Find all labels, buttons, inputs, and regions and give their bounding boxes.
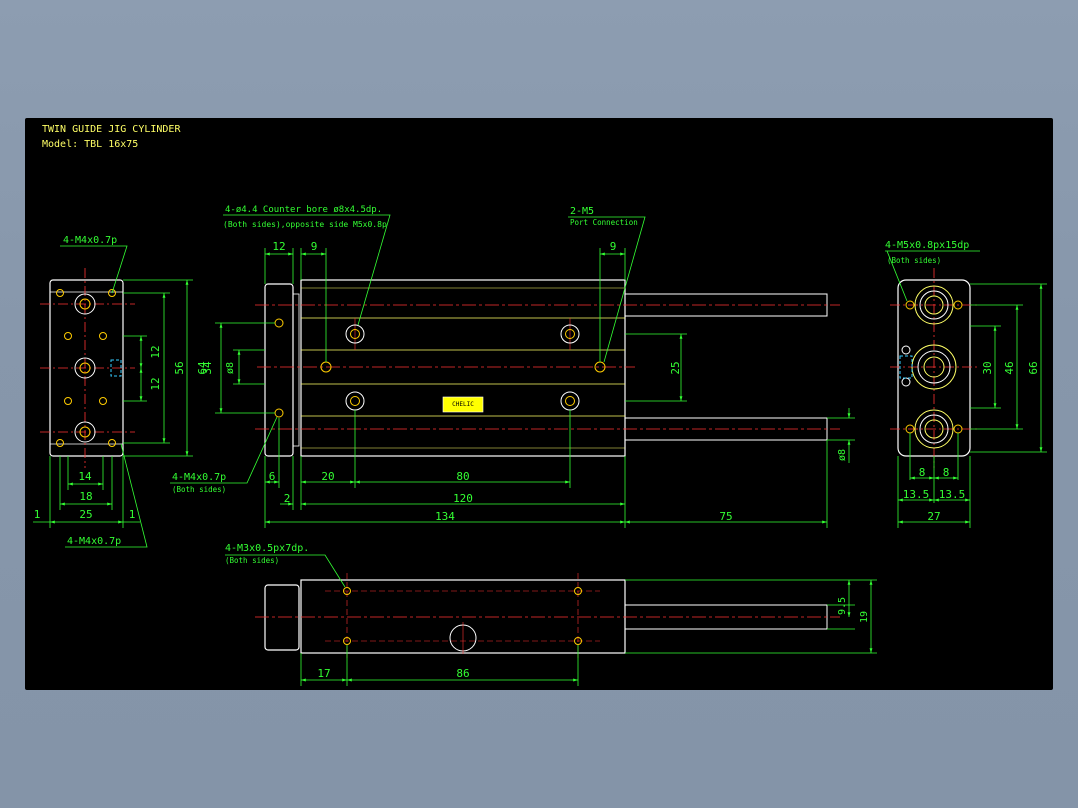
callout-counterbore: 4-ø4.4 Counter bore ø8x4.5dp.: [225, 205, 382, 215]
dim-left-14: 14: [78, 470, 92, 483]
front-view: CHELIC 12 9 9 34 ø8 25 ø8 6 20 80 2 120 …: [170, 205, 855, 528]
dim-left-56: 56: [173, 361, 186, 374]
dim-left-1a: 1: [34, 508, 41, 521]
dim-right-27: 27: [927, 510, 940, 523]
front-body: [300, 279, 626, 457]
dim-right-8a: 8: [919, 466, 926, 479]
dim-left-12b: 12: [149, 377, 162, 390]
right-end-view: 66 46 30 8 8 13.5 13.5 27 4-M5x0.8px15dp…: [885, 240, 1047, 528]
dim-left-18: 18: [79, 490, 92, 503]
callout-rod-holes-sub: (Both sides): [172, 485, 226, 494]
dim-right-13-5a: 13.5: [903, 488, 930, 501]
callout-rod-holes: 4-M4x0.7p: [172, 472, 226, 483]
dim-left-25: 25: [79, 508, 92, 521]
callout-right-holes: 4-M5x0.8px15dp: [885, 240, 969, 251]
dim-bottom-17: 17: [317, 667, 330, 680]
dim-front-134: 134: [435, 510, 455, 523]
title-line-1: TWIN GUIDE JIG CYLINDER: [42, 124, 181, 135]
bottom-view: 9.5 19 17 86 4-M3x0.5px7dp. (Both sides): [225, 543, 877, 686]
left-end-view: 56 64 12 12 14 18 25 1 1 4-M4x0.7p 4-M4x…: [33, 235, 209, 548]
dim-front-25: 25: [669, 361, 682, 374]
dim-front-12: 12: [272, 240, 285, 253]
dim-right-66: 66: [1027, 361, 1040, 374]
callout-left-bottom: 4-M4x0.7p: [67, 536, 121, 547]
callout-port-sub: Port Connection: [570, 218, 638, 227]
callout-port: 2-M5: [570, 206, 594, 217]
dim-bottom-9-5: 9.5: [837, 597, 848, 615]
dim-right-13-5b: 13.5: [939, 488, 966, 501]
dim-left-1b: 1: [129, 508, 136, 521]
dim-front-9b: 9: [610, 240, 617, 253]
dim-front-6: 6: [269, 470, 276, 483]
callout-bottom-holes-sub: (Both sides): [225, 556, 279, 565]
dim-right-30: 30: [981, 361, 994, 374]
dim-bottom-19: 19: [859, 611, 870, 623]
dim-front-rod-phi8: ø8: [837, 449, 848, 461]
dim-left-12a: 12: [149, 345, 162, 358]
title-line-2: Model: TBL 16x75: [42, 139, 138, 150]
dim-front-9a: 9: [311, 240, 318, 253]
dim-front-80: 80: [456, 470, 469, 483]
callout-bottom-holes: 4-M3x0.5px7dp.: [225, 543, 309, 554]
label-plate-text: CHELIC: [452, 401, 474, 408]
cad-drawing-sheet: TWIN GUIDE JIG CYLINDER Model: TBL 16x75: [25, 118, 1053, 690]
dim-front-75: 75: [719, 510, 732, 523]
callout-counterbore-sub: (Both sides),opposite side M5x0.8p: [223, 220, 387, 229]
dim-right-8b: 8: [943, 466, 950, 479]
dim-right-46: 46: [1003, 361, 1016, 374]
dim-bottom-86: 86: [456, 667, 469, 680]
callout-left-top: 4-M4x0.7p: [63, 235, 117, 246]
dim-front-120: 120: [453, 492, 473, 505]
callout-right-holes-sub: (Both sides): [887, 256, 941, 265]
drawing-canvas: TWIN GUIDE JIG CYLINDER Model: TBL 16x75: [33, 124, 1047, 686]
dim-front-2: 2: [284, 492, 291, 505]
dim-front-20: 20: [321, 470, 334, 483]
dim-front-phi8: ø8: [225, 362, 236, 374]
dim-front-34: 34: [201, 361, 214, 375]
